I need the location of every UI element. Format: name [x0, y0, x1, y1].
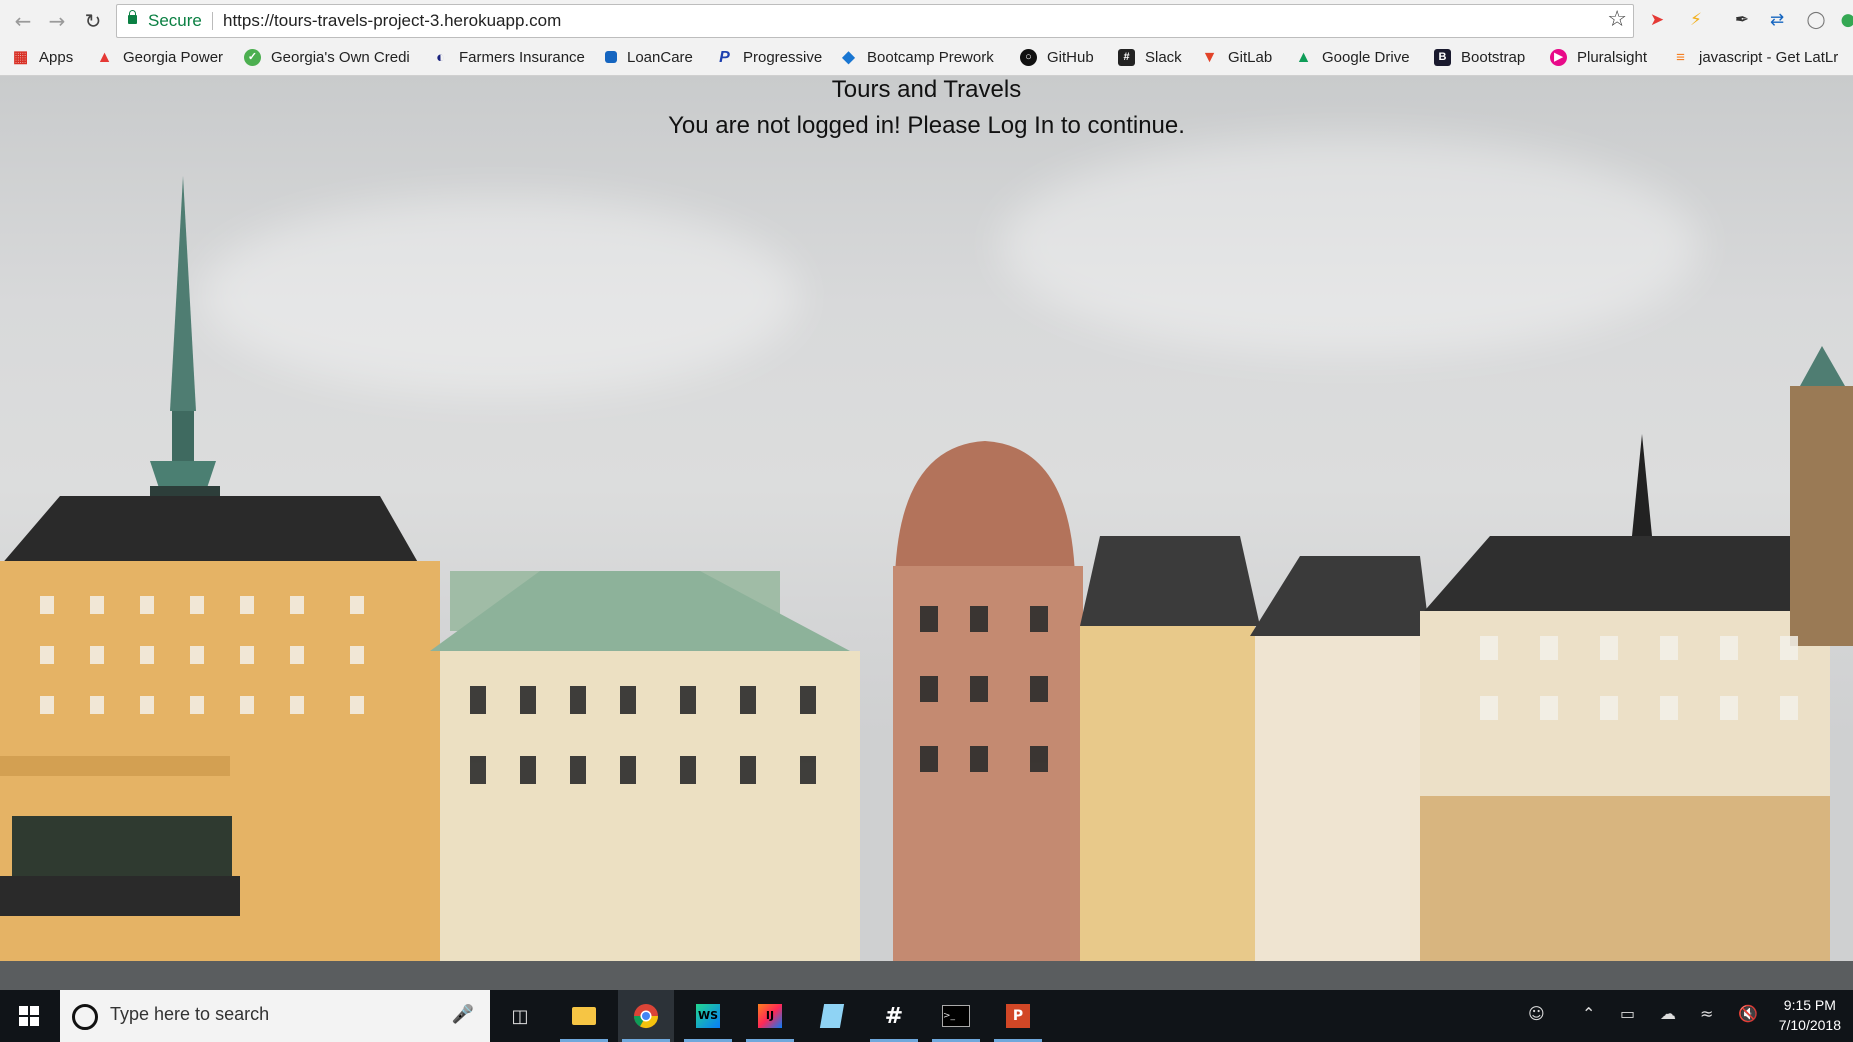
- notepad-icon[interactable]: [804, 990, 860, 1042]
- bookmark-github[interactable]: ○ GitHub: [1020, 44, 1094, 70]
- bookmark-label: Pluralsight: [1577, 48, 1648, 66]
- bookmark-label: Farmers Insurance: [459, 48, 585, 66]
- clock-date: 7/10/2018: [1778, 1017, 1841, 1033]
- task-view-icon[interactable]: ◫: [492, 990, 548, 1042]
- google-drive-icon: ▲: [1295, 48, 1312, 66]
- site-title: Tours and Travels: [831, 76, 1022, 103]
- cortana-icon: [72, 1004, 98, 1030]
- onedrive-cloud-icon[interactable]: ☁: [1660, 1004, 1676, 1023]
- extension-icon-6[interactable]: ●: [1836, 8, 1853, 32]
- terminal-icon[interactable]: >_: [928, 990, 984, 1042]
- intellij-icon[interactable]: IJ: [742, 990, 798, 1042]
- volume-muted-icon[interactable]: 🔇: [1738, 1004, 1758, 1023]
- gitlab-icon: ▼: [1201, 48, 1218, 66]
- powerpoint-icon[interactable]: P: [990, 990, 1046, 1042]
- stackoverflow-icon: ≡: [1676, 48, 1685, 66]
- bookmark-star-icon[interactable]: ☆: [1607, 7, 1627, 32]
- bookmark-label: Google Drive: [1322, 48, 1410, 66]
- lock-icon: [128, 10, 137, 24]
- progressive-icon: P: [719, 48, 730, 66]
- bookmark-label: Georgia's Own Credi: [271, 48, 410, 66]
- eyedropper-extension-icon[interactable]: ✒: [1730, 8, 1754, 32]
- taskbar-search-box[interactable]: Type here to search 🎤: [60, 990, 490, 1042]
- bookmark-label: Georgia Power: [123, 48, 224, 66]
- browser-chrome: ← → ↻ Secure https://tours-travels-proje…: [0, 0, 1853, 76]
- system-clock[interactable]: 9:15 PM 7/10/2018: [1779, 995, 1841, 1035]
- bookmark-bootcamp[interactable]: ◆ Bootcamp Prework: [840, 44, 994, 70]
- farmers-icon: ◐: [435, 48, 446, 66]
- bookmark-google-drive[interactable]: ▲ Google Drive: [1295, 44, 1410, 70]
- omnibox-divider: [212, 12, 213, 30]
- clock-time: 9:15 PM: [1783, 997, 1836, 1013]
- extension-icon-2[interactable]: ⚡: [1684, 8, 1708, 32]
- cityscape-background-image: [0, 176, 1853, 990]
- chrome-icon[interactable]: [618, 990, 674, 1042]
- address-bar[interactable]: Secure https://tours-travels-project-3.h…: [116, 4, 1634, 38]
- bootcamp-icon: ◆: [842, 48, 855, 66]
- wifi-icon[interactable]: ≈: [1700, 1004, 1713, 1023]
- bookmark-bootstrap[interactable]: B Bootstrap: [1434, 44, 1525, 70]
- reload-button[interactable]: ↻: [80, 8, 106, 34]
- show-hidden-icons-chevron-icon[interactable]: ⌃: [1582, 1004, 1595, 1023]
- extension-icon-1[interactable]: ➤: [1645, 8, 1669, 32]
- bookmark-gitlab[interactable]: ▼ GitLab: [1201, 44, 1273, 70]
- windows-taskbar: Type here to search 🎤 ◫ WS IJ # >_ P ☺ ⌃…: [0, 990, 1853, 1042]
- loancare-icon: [605, 51, 617, 63]
- webstorm-icon[interactable]: WS: [680, 990, 736, 1042]
- people-icon[interactable]: ☺: [1528, 1004, 1545, 1023]
- microphone-icon[interactable]: 🎤: [452, 1004, 474, 1025]
- bookmark-slack[interactable]: # Slack: [1118, 44, 1182, 70]
- bookmark-apps[interactable]: ▦ Apps: [12, 44, 73, 70]
- apps-grid-icon: ▦: [12, 48, 29, 66]
- bookmark-label: Bootstrap: [1461, 48, 1526, 66]
- windows-logo-icon: [19, 1006, 39, 1026]
- github-icon: ○: [1020, 48, 1037, 66]
- bookmark-label: GitHub: [1047, 48, 1094, 66]
- bookmark-loancare[interactable]: LoanCare: [605, 44, 693, 70]
- bookmark-pluralsight[interactable]: ▶ Pluralsight: [1550, 44, 1647, 70]
- georgias-own-icon: ✓: [244, 48, 261, 66]
- page-viewport: Tours and Travels You are not logged in!…: [0, 76, 1853, 990]
- bookmark-georgias-own[interactable]: ✓ Georgia's Own Credi: [244, 44, 410, 70]
- bookmark-georgia-power[interactable]: ▲ Georgia Power: [96, 44, 223, 70]
- extension-icon-4[interactable]: ⇄: [1765, 8, 1789, 32]
- georgia-power-icon: ▲: [96, 48, 113, 66]
- slack-icon: #: [1118, 48, 1135, 66]
- bootstrap-icon: B: [1434, 48, 1451, 66]
- secure-label: Secure: [148, 11, 202, 30]
- bookmark-progressive[interactable]: P Progressive: [716, 44, 822, 70]
- bookmark-javascript[interactable]: ≡ javascript - Get LatLr: [1672, 44, 1838, 70]
- start-button[interactable]: [0, 990, 58, 1042]
- slack-icon[interactable]: #: [866, 990, 922, 1042]
- bookmark-label: GitLab: [1228, 48, 1273, 66]
- file-explorer-icon[interactable]: [556, 990, 612, 1042]
- extension-icon-5[interactable]: ◯: [1804, 8, 1828, 32]
- login-required-message: You are not logged in! Please Log In to …: [668, 112, 1185, 139]
- bookmark-label: LoanCare: [627, 48, 693, 66]
- bookmark-label: Slack: [1145, 48, 1182, 66]
- bookmark-label: Progressive: [743, 48, 823, 66]
- bookmark-farmers[interactable]: ◐ Farmers Insurance: [432, 44, 585, 70]
- pluralsight-icon: ▶: [1550, 48, 1567, 66]
- battery-icon[interactable]: ▭: [1620, 1004, 1635, 1023]
- bookmarks-bar: ▦ Apps ▲ Georgia Power ✓ Georgia's Own C…: [0, 44, 1853, 70]
- url-text[interactable]: https://tours-travels-project-3.herokuap…: [223, 11, 561, 31]
- bookmark-label: Apps: [39, 48, 74, 66]
- back-button[interactable]: ←: [10, 8, 36, 34]
- search-placeholder: Type here to search: [110, 1004, 270, 1024]
- bookmark-label: javascript - Get LatLr: [1699, 48, 1839, 66]
- bookmark-label: Bootcamp Prework: [867, 48, 994, 66]
- forward-button[interactable]: →: [44, 8, 70, 34]
